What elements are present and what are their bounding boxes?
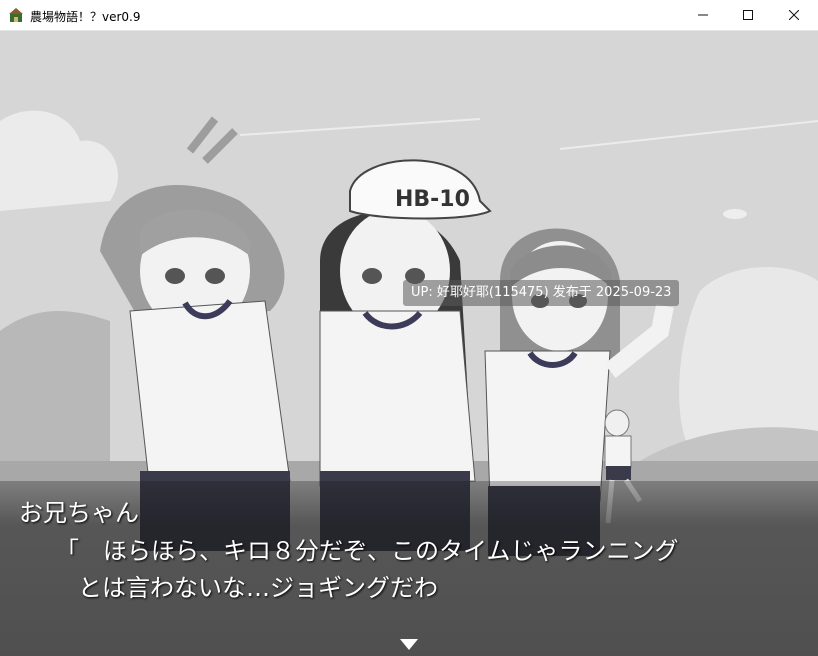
maximize-button[interactable] [725,0,771,30]
dialogue-line-2: とは言わないな…ジョギングだわ [78,574,438,602]
maximize-icon [743,10,753,20]
close-icon [789,10,799,20]
speaker-name: お兄ちゃん [19,499,139,527]
game-scene[interactable]: HB-10 UP: 好耶好耶(115475) 发布于 2025-09-23 お兄… [0,31,818,656]
minimize-button[interactable] [680,0,726,30]
next-page-arrow-icon[interactable] [400,639,418,650]
cloud [679,267,818,451]
dialogue-line-1: 「 ほらほら、キロ８分だぞ、このタイムじゃランニング [55,537,679,565]
title-bar: 農場物語！？ver0.9 [0,0,818,31]
message-window[interactable]: お兄ちゃん 「 ほらほら、キロ８分だぞ、このタイムじゃランニング とは言わないな… [0,481,818,656]
upload-watermark: UP: 好耶好耶(115475) 发布于 2025-09-23 [403,280,680,306]
minimize-icon [698,14,708,16]
app-icon [9,8,23,22]
close-button[interactable] [771,0,817,30]
window-title: 農場物語！？ver0.9 [30,10,141,24]
cap-label: HB-10 [395,187,470,212]
